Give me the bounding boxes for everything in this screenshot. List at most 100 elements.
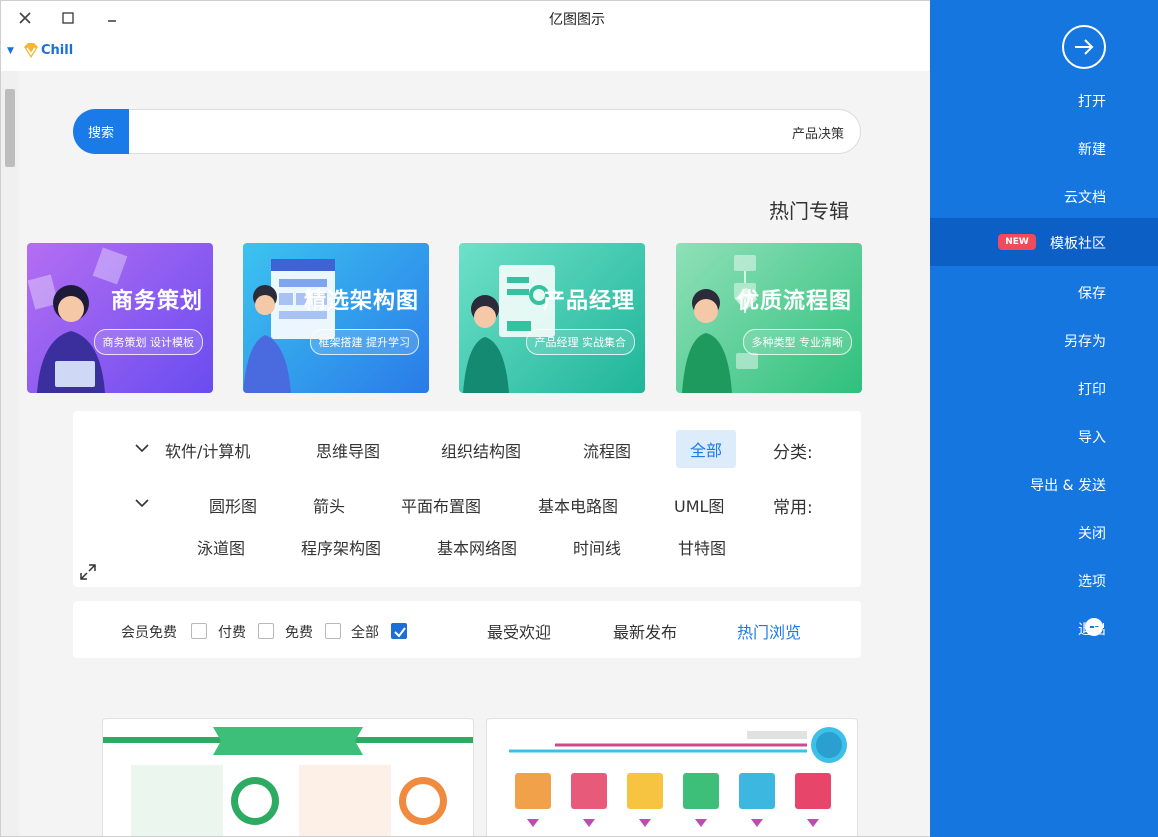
vertical-scrollbar[interactable]	[1, 71, 19, 836]
sidebar-item-label: 另存为	[1064, 334, 1106, 350]
caret-down-icon[interactable]: ▼	[7, 46, 14, 56]
common-gantt[interactable]: 甘特图	[678, 535, 726, 559]
common-timeline[interactable]: 时间线	[573, 535, 621, 559]
filter-free-checkbox[interactable]	[325, 623, 341, 639]
banner-business-plan[interactable]: 商务策划 商务策划 设计模板	[27, 243, 213, 393]
common-swimlane[interactable]: 泳道图	[197, 535, 245, 559]
close-icon	[19, 12, 31, 24]
sidebar-item-options[interactable]: 选项	[930, 556, 1158, 604]
tab-latest[interactable]: 最新发布	[613, 619, 677, 643]
sidebar-item-label: 选项	[1078, 574, 1106, 590]
banner-title: 商务策划	[110, 289, 203, 314]
user-bar: ▼ Chill	[1, 35, 931, 71]
category-mind-map[interactable]: 思维导图	[316, 438, 380, 462]
business-plan-illustration-icon	[27, 247, 128, 393]
template-card[interactable]	[486, 718, 858, 836]
search-button[interactable]: 搜索	[73, 109, 129, 154]
checkmark-icon	[394, 627, 406, 638]
close-window-button[interactable]	[14, 7, 36, 29]
banner-architecture[interactable]: 精选架构图 框架搭建 提升学习	[243, 243, 429, 393]
expand-icon[interactable]	[79, 563, 97, 581]
maximize-icon	[62, 12, 74, 24]
sidebar-item-import[interactable]: 导入	[930, 412, 1158, 460]
sidebar-item-label: 关闭	[1078, 526, 1106, 542]
sidebar-item-label: 打开	[1078, 94, 1106, 110]
architecture-illustration-icon	[243, 259, 335, 393]
banner-title: 产品经理	[542, 289, 635, 314]
banner-title: 优质流程图	[736, 289, 852, 314]
banner-subtitle: 多种类型 专业清晰	[742, 329, 852, 355]
sidebar-item-open[interactable]: 打开	[930, 76, 1158, 124]
template-card[interactable]	[102, 718, 474, 836]
sidebar-item-new[interactable]: 新建	[930, 124, 1158, 172]
flowchart-illustration-icon	[682, 255, 758, 393]
filter-free-label: 免费	[285, 625, 313, 641]
vip-diamond-icon	[24, 43, 38, 58]
tab-most-popular[interactable]: 最受欢迎	[487, 619, 551, 643]
search-input[interactable]	[134, 120, 844, 144]
maximize-window-button[interactable]	[57, 7, 79, 29]
sidebar-item-label: 云文档	[1064, 190, 1106, 206]
common-arrow[interactable]: 箭头	[313, 493, 345, 517]
common-circle[interactable]: 圆形图	[209, 493, 257, 517]
banner-title: 精选架构图	[303, 289, 419, 314]
sidebar-item-label: 保存	[1078, 286, 1106, 302]
category-label: 分类:	[773, 443, 813, 463]
backstage-sidebar: 打开 新建 云文档 NEW 模板社区 保存 另存为 打印 导入 导出 & 发送 …	[930, 0, 1158, 837]
common-floor-plan[interactable]: 平面布置图	[401, 493, 481, 517]
window-title: 亿图图示	[549, 12, 605, 28]
search-bar: 搜索	[73, 109, 861, 154]
product-manager-illustration-icon	[463, 265, 555, 393]
sidebar-item-label: 打印	[1078, 382, 1106, 398]
filter-all-checkbox[interactable]	[391, 623, 407, 639]
common-network[interactable]: 基本网络图	[437, 535, 517, 559]
banner-flowchart[interactable]: 优质流程图 多种类型 专业清晰	[676, 243, 862, 393]
section-title-hot-albums: 热门专辑	[769, 199, 849, 223]
category-org-chart[interactable]: 组织结构图	[441, 438, 521, 462]
back-button[interactable]	[1062, 25, 1106, 69]
common-circuit[interactable]: 基本电路图	[538, 493, 618, 517]
chevron-down-icon[interactable]	[133, 439, 151, 457]
filter-member-free-label: 会员免费	[121, 625, 177, 641]
banner-product-manager[interactable]: 产品经理 产品经理 实战集合	[459, 243, 645, 393]
filter-paid-label: 付费	[218, 625, 246, 641]
sidebar-item-label: 导出 & 发送	[1030, 478, 1106, 494]
chevron-down-icon[interactable]	[133, 494, 151, 512]
user-name[interactable]: Chill	[41, 43, 73, 58]
category-software[interactable]: 软件/计算机	[165, 438, 250, 462]
template-preview-product-decision	[509, 727, 847, 827]
sidebar-item-label: 导入	[1078, 430, 1106, 446]
banner-subtitle: 产品经理 实战集合	[525, 329, 635, 355]
minimize-icon	[108, 20, 116, 22]
banner-subtitle: 商务策划 设计模板	[93, 329, 203, 355]
category-all[interactable]: 全部	[676, 430, 737, 468]
tab-hot-browse[interactable]: 热门浏览	[737, 619, 801, 643]
minimize-window-button[interactable]	[101, 7, 123, 29]
title-bar: 亿图图示	[1, 1, 931, 35]
sidebar-item-label: 新建	[1078, 142, 1106, 158]
scrollbar-thumb[interactable]	[5, 89, 15, 167]
arrow-right-icon	[1075, 39, 1094, 55]
sidebar-item-exit[interactable]: 退出	[930, 604, 1158, 652]
sidebar-item-cloud-docs[interactable]: 云文档	[930, 172, 1158, 220]
common-uml[interactable]: UML图	[674, 493, 724, 517]
new-badge: NEW	[998, 234, 1036, 250]
banner-subtitle: 框架搭建 提升学习	[309, 329, 419, 355]
sort-filter-bar: 热门浏览 最新发布 最受欢迎 全部 免费 付费 会员免费	[73, 601, 861, 658]
category-flowchart[interactable]: 流程图	[583, 438, 631, 462]
sidebar-item-export-send[interactable]: 导出 & 发送	[930, 460, 1158, 508]
filter-all-label: 全部	[351, 625, 379, 641]
category-panel: 分类: 全部 流程图 组织结构图 思维导图 软件/计算机 常用: UML图 基本…	[73, 411, 861, 587]
common-label: 常用:	[773, 498, 813, 518]
sidebar-item-close[interactable]: 关闭	[930, 508, 1158, 556]
sidebar-item-label: 退出	[1078, 622, 1106, 638]
sidebar-item-save-as[interactable]: 另存为	[930, 316, 1158, 364]
filter-paid-checkbox[interactable]	[258, 623, 274, 639]
sidebar-item-save[interactable]: 保存	[930, 268, 1158, 316]
filter-member-free-checkbox[interactable]	[191, 623, 207, 639]
sidebar-item-print[interactable]: 打印	[930, 364, 1158, 412]
sidebar-item-template-community[interactable]: NEW 模板社区	[930, 218, 1158, 266]
common-program-arch[interactable]: 程序架构图	[301, 535, 381, 559]
template-preview-company-decision	[103, 727, 473, 836]
sidebar-item-label: 模板社区	[1050, 236, 1106, 252]
